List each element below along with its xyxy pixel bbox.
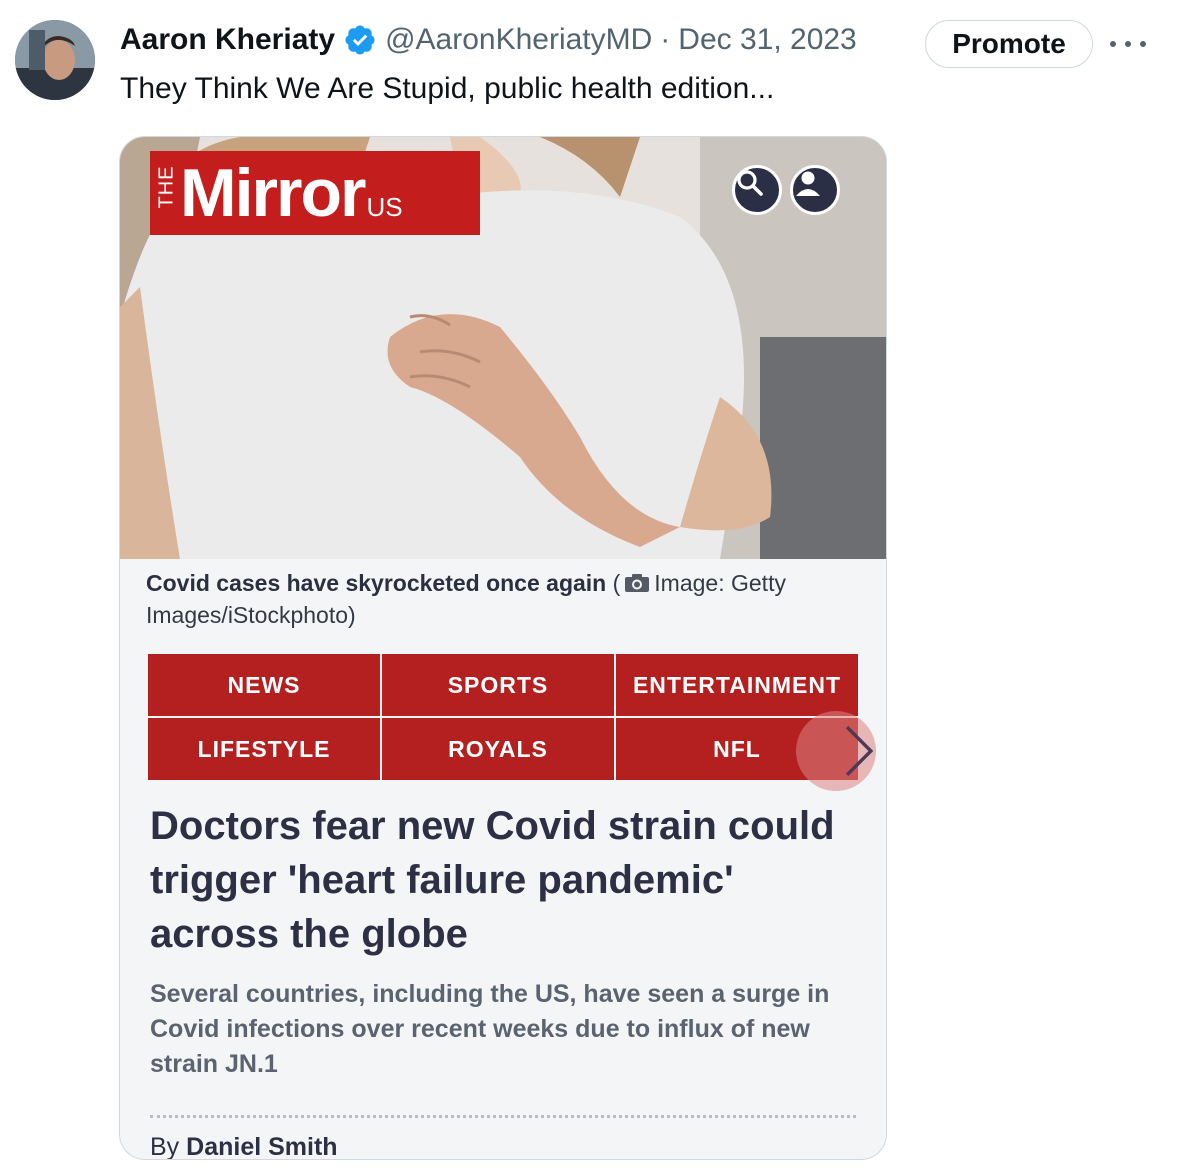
author-handle[interactable]: @AaronKheriatyMD [385,23,652,57]
tweet-text: They Think We Are Stupid, public health … [120,72,775,105]
nav-entertainment[interactable]: ENTERTAINMENT [616,654,858,716]
nav-next-button[interactable] [796,711,876,791]
more-horizontal-icon[interactable] [1110,30,1146,58]
photo-caption: Covid cases have skyrocketed once again … [146,567,846,631]
nav-sports[interactable]: SPORTS [382,654,614,716]
promote-button[interactable]: Promote [925,20,1093,68]
more-dot [1140,41,1146,47]
camera-icon [625,574,650,592]
more-dot [1110,41,1116,47]
section-nav: NEWS SPORTS ENTERTAINMENT LIFESTYLE ROYA… [148,654,858,780]
caption-paren: ( [612,570,621,596]
mirror-logo[interactable]: THE Mirror US [150,151,480,235]
byline-prefix: By [150,1133,180,1160]
divider [150,1115,856,1118]
article-headline[interactable]: Doctors fear new Covid strain could trig… [150,799,850,961]
separator-dot: · [660,23,671,56]
byline-author[interactable]: Daniel Smith [186,1133,337,1159]
article-summary: Several countries, including the US, hav… [150,980,830,1078]
tweet-media-image[interactable]: THE Mirror US Covid cases have skyrocket… [119,136,887,1160]
caption-text: Covid cases have skyrocketed once again [146,570,607,596]
more-dot [1125,41,1131,47]
us-flag-icon [150,151,480,235]
chevron-right-icon [845,725,874,777]
verified-badge-icon [343,23,377,57]
tweet-date[interactable]: Dec 31, 2023 [678,23,856,57]
nav-royals[interactable]: ROYALS [382,718,614,780]
nav-lifestyle[interactable]: LIFESTYLE [148,718,380,780]
author-name[interactable]: Aaron Kheriaty [120,23,335,57]
nav-news[interactable]: NEWS [148,654,380,716]
article-photo: THE Mirror US [120,137,886,559]
tweet-header: Aaron Kheriaty @AaronKheriatyMD · Dec 31… [120,18,857,62]
search-icon[interactable] [732,165,782,215]
avatar[interactable] [15,20,95,100]
user-account-icon[interactable] [790,165,840,215]
article-byline: By Daniel Smith [150,1133,338,1160]
